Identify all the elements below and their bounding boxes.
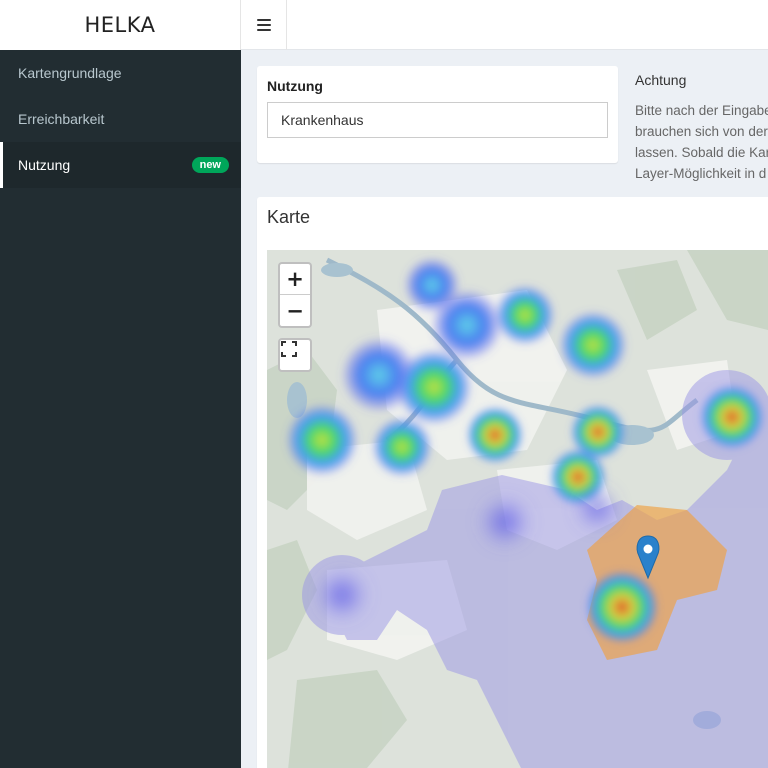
nutzung-select[interactable]: Krankenhaus bbox=[267, 102, 608, 138]
sidebar-item-label: Nutzung bbox=[18, 157, 71, 173]
sidebar: Kartengrundlage Erreichbarkeit Nutzung n… bbox=[0, 50, 241, 768]
zoom-control: + − bbox=[278, 262, 312, 328]
hamburger-menu-icon bbox=[256, 19, 271, 31]
sidebar-toggle-button[interactable] bbox=[241, 0, 287, 50]
notice-line: lassen. Sobald die Kar bbox=[635, 145, 768, 160]
zoom-out-button[interactable]: − bbox=[280, 295, 310, 326]
map-title: Karte bbox=[267, 207, 311, 227]
app-logo[interactable]: HELKA bbox=[0, 0, 241, 50]
notice-title: Achtung bbox=[635, 72, 687, 88]
top-navbar bbox=[241, 0, 768, 50]
nutzung-label: Nutzung bbox=[267, 78, 323, 94]
sidebar-item-nutzung[interactable]: Nutzung new bbox=[0, 142, 241, 188]
sidebar-item-erreichbarkeit[interactable]: Erreichbarkeit bbox=[0, 96, 241, 142]
notice-line: brauchen sich von der bbox=[635, 124, 768, 139]
map-canvas[interactable]: + − bbox=[267, 250, 768, 768]
notice-line: Bitte nach der Eingabe bbox=[635, 103, 768, 118]
sidebar-item-kartengrundlage[interactable]: Kartengrundlage bbox=[0, 50, 241, 96]
fullscreen-icon bbox=[281, 341, 297, 357]
zoom-in-button[interactable]: + bbox=[280, 264, 310, 295]
fullscreen-button[interactable] bbox=[278, 338, 312, 372]
nutzung-box: Nutzung Krankenhaus bbox=[257, 66, 618, 163]
map-box: Karte + − bbox=[257, 197, 768, 768]
nutzung-selected-value: Krankenhaus bbox=[281, 112, 364, 128]
notice-box: Achtung Bitte nach der Eingabe brauchen … bbox=[635, 72, 768, 184]
notice-line: Layer-Möglichkeit in d bbox=[635, 166, 767, 181]
sidebar-item-label: Kartengrundlage bbox=[18, 65, 122, 81]
map-layers bbox=[267, 250, 768, 768]
sidebar-item-label: Erreichbarkeit bbox=[18, 111, 105, 127]
new-badge: new bbox=[191, 157, 229, 173]
